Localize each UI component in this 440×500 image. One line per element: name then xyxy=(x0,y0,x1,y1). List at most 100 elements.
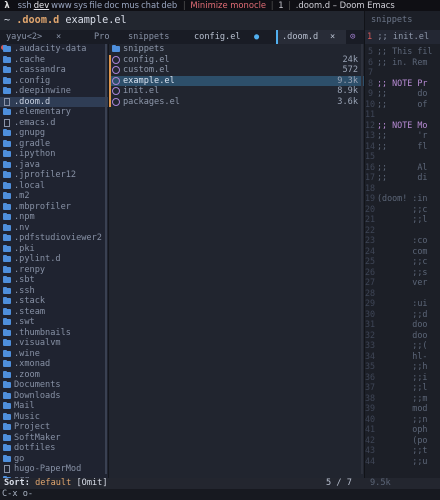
directory-item[interactable]: .ipython xyxy=(0,149,108,160)
directory-item[interactable]: .emacs.d xyxy=(0,118,108,129)
directory-item[interactable]: .java xyxy=(0,160,108,171)
workspace-ssh[interactable]: ssh xyxy=(17,0,33,10)
line-number: 33 xyxy=(365,340,376,350)
directory-item[interactable]: .m2 xyxy=(0,191,108,202)
workspace-mus[interactable]: mus xyxy=(120,0,140,10)
directory-item[interactable]: .cache xyxy=(0,55,108,66)
folder-icon xyxy=(3,255,11,262)
directory-item[interactable]: .steam xyxy=(0,307,108,318)
directory-item[interactable]: .config xyxy=(0,76,108,87)
folder-icon xyxy=(3,265,11,273)
directory-item[interactable]: Mail xyxy=(0,401,108,412)
directory-item[interactable]: .ssh xyxy=(0,286,108,297)
directory-item-label: .deepinwine xyxy=(14,86,71,96)
directory-item[interactable]: .gnupg xyxy=(0,128,108,139)
file-row[interactable]: init.el 8.9k xyxy=(109,86,364,97)
line-number: 13 xyxy=(365,130,376,140)
sort-value[interactable]: default xyxy=(35,478,71,488)
directory-item[interactable]: .elementary xyxy=(0,107,108,118)
directory-item[interactable]: .xmonad xyxy=(0,359,108,370)
directory-item[interactable]: .wine xyxy=(0,349,108,360)
code-text: ;;n xyxy=(377,413,428,424)
directory-item-label: .jprofiler12 xyxy=(14,170,77,180)
code-line: 41 oph xyxy=(365,424,440,435)
directory-item[interactable]: .stack xyxy=(0,296,108,307)
directory-item[interactable]: .renpy xyxy=(0,265,108,276)
directory-item[interactable]: .jprofiler12 xyxy=(0,170,108,181)
directory-item-label: .elementary xyxy=(14,107,71,117)
code-text: ;; This fil xyxy=(377,46,433,56)
scrollbar[interactable] xyxy=(105,44,107,474)
directory-item[interactable]: hugo-PaperMod xyxy=(0,464,108,475)
close-icon[interactable]: × xyxy=(330,30,335,44)
workspace-deb[interactable]: deb xyxy=(160,0,178,10)
file-size: 572 xyxy=(342,65,358,75)
file-row[interactable]: packages.el 3.6k xyxy=(109,96,364,107)
tab-snippets[interactable]: snippets xyxy=(122,30,186,44)
tab-workspace[interactable]: yayu<2> × xyxy=(0,30,70,44)
directory-item[interactable]: .pdfstudioviewer2 xyxy=(0,233,108,244)
directory-item[interactable]: .doom.d xyxy=(0,96,108,107)
close-icon[interactable]: × xyxy=(56,30,61,44)
code-lines: 5 ;; This fil 6 ;; in. Rem 7 8 ;; NOTE Pr 9 ;; d… xyxy=(365,44,440,466)
code-window[interactable]: snippets 1 ;; init.el 5 ;; This fil 6 ;; in… xyxy=(364,11,440,489)
code-text: doo xyxy=(377,319,428,329)
xmonad-logo-icon: λ xyxy=(4,0,10,10)
workspace-www[interactable]: www xyxy=(50,0,73,10)
directory-item[interactable]: .nv xyxy=(0,223,108,234)
workspace-sys[interactable]: sys xyxy=(73,0,89,10)
directory-item[interactable]: dotfiles xyxy=(0,443,108,454)
workspace-file[interactable]: file xyxy=(88,0,103,10)
tab-config[interactable]: config.el ● xyxy=(188,30,266,44)
directory-item[interactable]: .sbt xyxy=(0,275,108,286)
directory-item-label: .config xyxy=(14,75,51,86)
directory-item[interactable]: .pki xyxy=(0,244,108,255)
directory-item[interactable]: go xyxy=(0,454,108,465)
code-line: 20 ;;c xyxy=(365,204,440,215)
file-row[interactable]: snippets xyxy=(109,44,364,55)
line-number: 23 xyxy=(365,235,376,245)
directory-item[interactable]: .gradle xyxy=(0,139,108,150)
workspace-chat[interactable]: chat xyxy=(140,0,160,10)
tab-snippets-right[interactable]: snippets xyxy=(371,15,412,25)
code-text: ;; 'r xyxy=(377,130,428,140)
workspace-dev[interactable]: dev xyxy=(33,0,50,10)
directory-item[interactable]: Documents xyxy=(0,380,108,391)
directory-item[interactable]: .mbprofiler xyxy=(0,202,108,213)
workspace-doc[interactable]: doc xyxy=(103,0,120,10)
current-directory[interactable]: .doom.d xyxy=(16,15,59,26)
parent-directory-pane[interactable]: .audacity-data .cache .cassandra .config .de… xyxy=(0,44,108,484)
directory-item-label: .pdfstudioviewer2 xyxy=(14,233,102,243)
directory-item-label: Mail xyxy=(14,401,35,411)
directory-item[interactable]: .audacity-data xyxy=(0,44,108,55)
directory-item[interactable]: Project xyxy=(0,422,108,433)
emacs-lisp-file-icon xyxy=(112,97,120,106)
file-row[interactable]: example.el 9.3k xyxy=(109,75,364,86)
code-line: 5 ;; This fil xyxy=(365,46,440,57)
scrollbar[interactable] xyxy=(361,44,363,474)
directory-item[interactable]: Music xyxy=(0,412,108,423)
directory-item[interactable]: Downloads xyxy=(0,391,108,402)
directory-item[interactable]: .swt xyxy=(0,317,108,328)
layout-indicator[interactable]: Minimize monocle xyxy=(190,0,266,10)
cursor-position: 5 / 7 xyxy=(326,478,352,488)
file-row[interactable]: config.el 24k xyxy=(109,54,364,65)
tab-doom-d[interactable]: .doom.d × xyxy=(276,30,346,44)
file-row[interactable]: custom.el 572 xyxy=(109,65,364,76)
minibuffer[interactable]: C-x o- xyxy=(0,489,440,500)
directory-item[interactable]: .pylint.d xyxy=(0,254,108,265)
directory-item[interactable]: .visualvm xyxy=(0,338,108,349)
directory-item[interactable]: .deepinwine xyxy=(0,86,108,97)
current-directory-pane[interactable]: snippets config.el 24k custom.el 572 example.… xyxy=(108,44,364,484)
directory-item[interactable]: .local xyxy=(0,181,108,192)
directory-item-label: Documents xyxy=(14,380,61,390)
directory-item[interactable]: .thumbnails xyxy=(0,328,108,339)
directory-item[interactable]: SoftMaker xyxy=(0,433,108,444)
line-number: 1 xyxy=(367,32,373,42)
line-number: 20 xyxy=(365,203,376,214)
directory-item[interactable]: .cassandra xyxy=(0,65,108,76)
code-line: 22 xyxy=(365,225,440,236)
tab-pro[interactable]: Pro xyxy=(88,30,112,44)
directory-item[interactable]: .zoom xyxy=(0,370,108,381)
directory-item[interactable]: .npm xyxy=(0,212,108,223)
